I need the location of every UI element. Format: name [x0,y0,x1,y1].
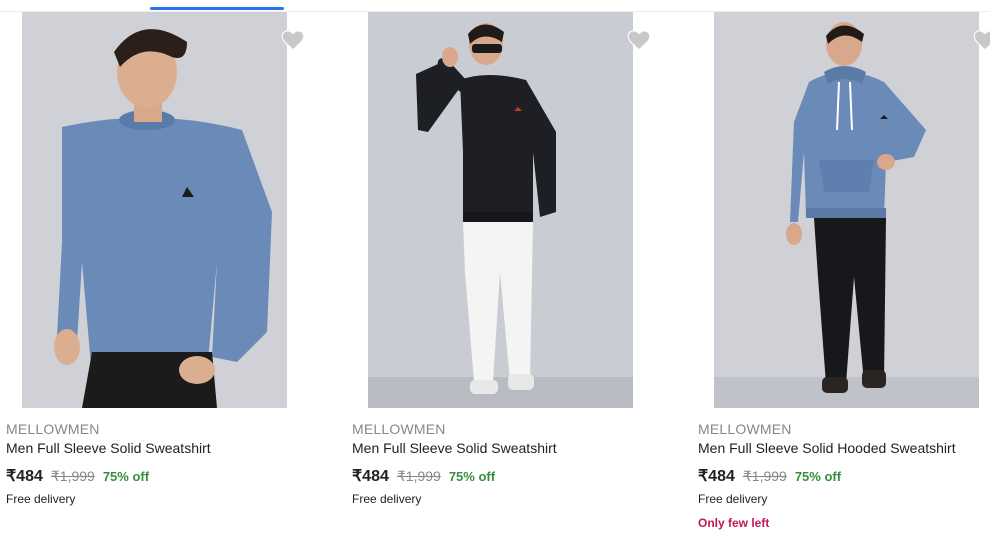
product-mrp: ₹1,999 [50,468,95,484]
product-discount: 75% off [102,469,150,484]
product-discount: 75% off [794,469,842,484]
product-brand: MELLOWMEN [352,421,446,437]
price-row: ₹484 ₹1,999 75% off [352,466,495,486]
low-stock-badge: Only few left [698,516,770,530]
product-price: ₹484 [352,468,389,485]
product-title[interactable]: Men Full Sleeve Solid Sweatshirt [352,440,557,456]
product-title[interactable]: Men Full Sleeve Solid Sweatshirt [6,440,211,456]
product-title[interactable]: Men Full Sleeve Solid Hooded Sweatshirt [698,440,956,456]
product-brand: MELLOWMEN [698,421,792,437]
product-card[interactable]: MELLOWMEN Men Full Sleeve Solid Sweatshi… [346,12,651,537]
delivery-info: Free delivery [352,492,422,506]
product-mrp: ₹1,999 [742,468,787,484]
delivery-info: Free delivery [698,492,768,506]
price-row: ₹484 ₹1,999 75% off [698,466,841,486]
top-tab-bar [0,0,990,12]
heart-icon[interactable] [626,27,652,53]
product-image[interactable] [368,12,633,408]
product-image[interactable] [22,12,287,408]
product-image[interactable] [714,12,979,408]
heart-icon[interactable] [972,27,990,53]
product-card[interactable]: MELLOWMEN Men Full Sleeve Solid Sweatshi… [0,12,305,537]
product-card[interactable]: MELLOWMEN Men Full Sleeve Solid Hooded S… [692,12,990,537]
product-price: ₹484 [698,468,735,485]
product-price: ₹484 [6,468,43,485]
product-brand: MELLOWMEN [6,421,100,437]
product-mrp: ₹1,999 [396,468,441,484]
heart-icon[interactable] [280,27,306,53]
delivery-info: Free delivery [6,492,76,506]
product-discount: 75% off [448,469,496,484]
price-row: ₹484 ₹1,999 75% off [6,466,149,486]
active-tab-underline [150,7,284,10]
